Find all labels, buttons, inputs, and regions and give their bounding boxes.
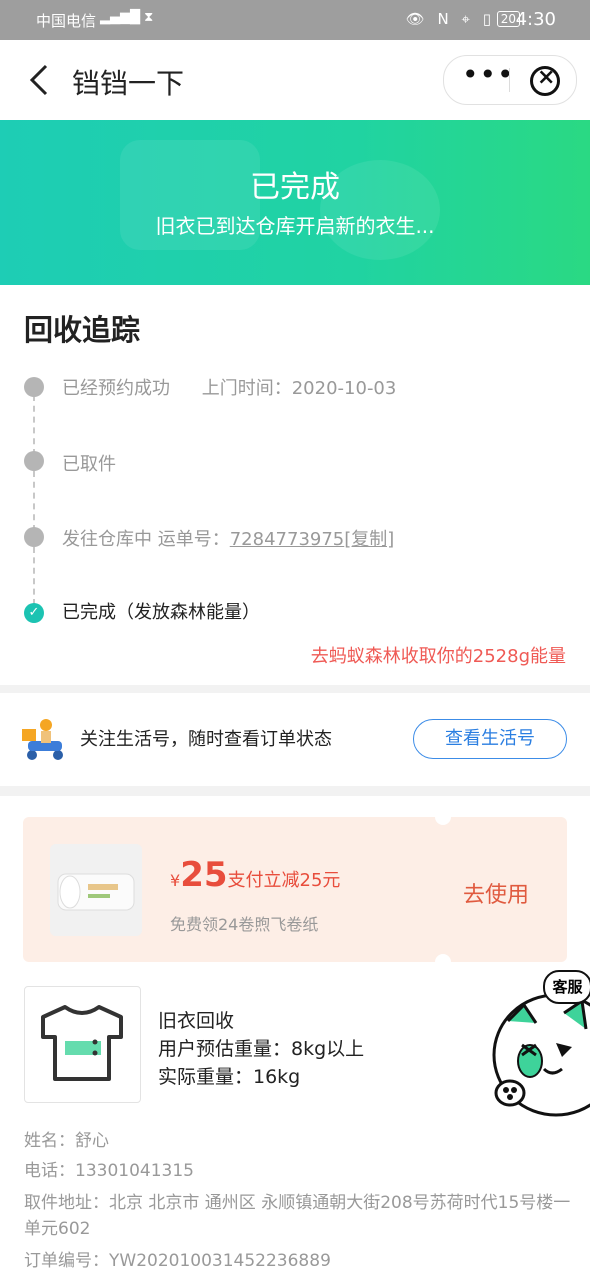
timeline-line (33, 547, 35, 605)
check-icon: ✓ (24, 603, 44, 623)
timeline-step: 已取件 (62, 454, 116, 475)
order-status: 已完成 (250, 170, 340, 205)
timeline-dot (24, 451, 44, 471)
timeline-dot (24, 377, 44, 397)
waybill-number: 7284773975 (229, 529, 345, 550)
coupon-notch (435, 954, 451, 970)
signal-icon: ▂▄▆█ ⧗ (100, 10, 154, 25)
customer-service-bubble[interactable]: 客服 (543, 970, 590, 1004)
coupon-card[interactable]: ¥25支付立减25元 免费领24卷煦飞卷纸 去使用 (23, 809, 567, 970)
coupon-free-text: 免费领24卷煦飞卷纸 (170, 915, 319, 934)
timeline-line (33, 395, 35, 455)
timeline-step-current: 已完成（发放森林能量） (62, 602, 260, 623)
item-name: 旧衣回收 (158, 1010, 235, 1032)
estimated-weight: 用户预估重量：8kg以上 (158, 1038, 365, 1060)
status-icons: 👁 N ⌖ ▯ (405, 10, 495, 28)
nav-bar: 铛铛一下 ••• × (0, 40, 590, 120)
more-icon[interactable]: ••• (462, 58, 515, 91)
tissue-product-image (50, 844, 142, 936)
copy-waybill-link[interactable]: [复制] (344, 529, 394, 550)
use-coupon-button[interactable]: 去使用 (463, 877, 529, 909)
coupon-notch (435, 809, 451, 825)
timeline-step: 已经预约成功 上门时间：2020-10-03 (62, 378, 397, 399)
view-account-button[interactable]: 查看生活号 (413, 719, 567, 759)
carrier-label: 中国电信 (36, 12, 97, 30)
follow-text: 关注生活号，随时查看订单状态 (80, 729, 332, 750)
close-icon[interactable]: × (530, 65, 560, 96)
item-image (24, 986, 141, 1103)
pickup-address: 取件地址：北京 北京市 通州区 永顺镇通朝大街208号苏荷时代15号楼一单元60… (24, 1193, 571, 1239)
tracking-heading: 回收追踪 (24, 313, 141, 347)
capsule-divider (509, 68, 510, 92)
mini-app-capsule: ••• × (443, 55, 577, 105)
tracking-card: 回收追踪 已经预约成功 上门时间：2020-10-03 已取件 发往仓库中 运单… (0, 285, 590, 685)
timeline-step: 发往仓库中 运单号：7284773975[复制] (62, 529, 395, 550)
status-banner: 已完成 旧衣已到达仓库开启新的衣生... (0, 120, 590, 285)
page-title: 铛铛一下 (72, 67, 185, 100)
follow-card: 关注生活号，随时查看订单状态 查看生活号 (0, 693, 590, 786)
order-status-subtitle: 旧衣已到达仓库开启新的衣生... (155, 214, 435, 238)
back-arrow-icon[interactable] (22, 60, 62, 100)
order-number: 订单编号：YW202010031452236889 (24, 1251, 331, 1271)
actual-weight: 实际重量：16kg (158, 1066, 301, 1088)
clock: 4:30 (515, 9, 556, 30)
status-bar: 中国电信 ▂▄▆█ ⧗ 👁 N ⌖ ▯ 20 4:30 (0, 0, 590, 40)
timeline-line (33, 471, 35, 531)
forest-energy-link[interactable]: 去蚂蚁森林收取你的2528g能量 (311, 642, 566, 668)
tshirt-icon (41, 1005, 123, 1081)
timeline-dot (24, 527, 44, 547)
delivery-rider-icon (22, 719, 63, 760)
customer-phone: 电话：13301041315 (24, 1161, 194, 1181)
coupon-price: ¥25支付立减25元 (170, 855, 341, 895)
